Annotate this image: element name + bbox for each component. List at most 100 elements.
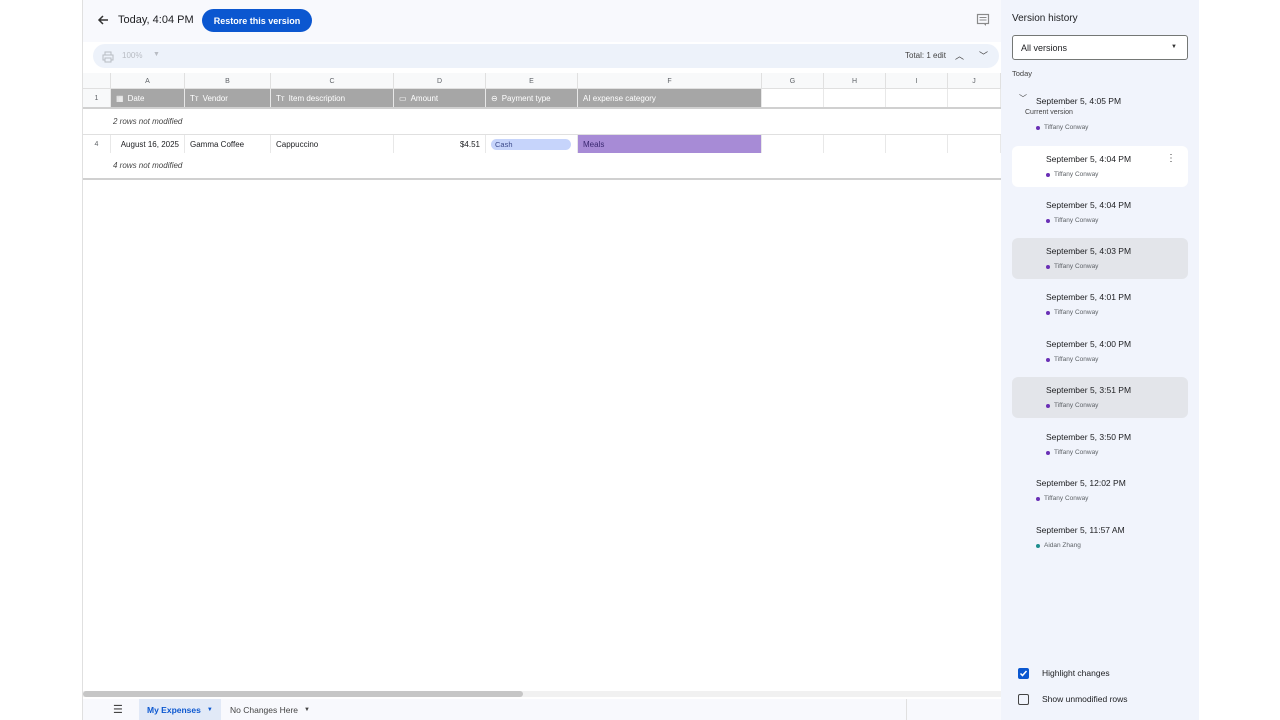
row-number[interactable]: 4 xyxy=(83,135,111,153)
dropdown-type-icon: ⊖ xyxy=(491,93,498,103)
version-history-panel: Version history All versions ▼ Today ﹀ S… xyxy=(1001,0,1199,720)
cell[interactable] xyxy=(824,135,886,153)
comment-icon[interactable] xyxy=(976,13,990,27)
version-author: Tiffany Conway xyxy=(1044,495,1089,502)
corner-cell[interactable] xyxy=(83,73,111,89)
version-filter-select[interactable]: All versions ▼ xyxy=(1012,35,1188,60)
cell-category[interactable]: Meals xyxy=(578,135,762,153)
payment-chip[interactable]: Cash xyxy=(491,138,571,150)
version-item-selected[interactable]: September 5, 4:04 PM Tiffany Conway ⋮ xyxy=(1012,146,1188,187)
column-header[interactable]: A xyxy=(111,73,185,89)
version-author: Tiffany Conway xyxy=(1054,356,1099,363)
version-time: September 5, 4:03 PM xyxy=(1046,246,1132,256)
toolbar: 100% ▼ Total: 1 edit ︿ ﹀ xyxy=(93,44,999,68)
cell-amount[interactable]: $4.51 xyxy=(394,135,486,153)
calendar-icon: ▦ xyxy=(116,93,124,103)
zoom-caret-icon[interactable]: ▼ xyxy=(153,51,160,58)
cell[interactable] xyxy=(886,135,948,153)
cell-payment[interactable]: Cash xyxy=(486,135,578,153)
divider xyxy=(83,107,1001,109)
text-type-icon: Tт xyxy=(190,93,199,103)
highlight-changes-toggle[interactable]: Highlight changes xyxy=(1018,666,1110,680)
print-icon[interactable] xyxy=(102,50,114,63)
horizontal-scrollbar[interactable] xyxy=(83,691,1001,697)
currency-icon: ▭ xyxy=(399,93,407,103)
row-number[interactable]: 1 xyxy=(83,89,111,107)
caret-down-icon[interactable]: ▼ xyxy=(207,707,213,713)
cell-vendor[interactable]: Gamma Coffee xyxy=(185,135,271,153)
cell[interactable] xyxy=(886,89,948,107)
back-arrow-icon[interactable] xyxy=(93,10,113,30)
author-color-dot xyxy=(1046,173,1050,177)
column-header[interactable]: E xyxy=(486,73,578,89)
more-options-icon[interactable]: ⋮ xyxy=(1166,153,1176,164)
version-time: September 5, 4:04 PM xyxy=(1046,200,1132,210)
author-color-dot xyxy=(1046,311,1050,315)
version-item[interactable]: September 5, 4:00 PM Tiffany Conway xyxy=(1012,331,1188,372)
version-author: Tiffany Conway xyxy=(1054,217,1099,224)
sheet-tab-my-expenses[interactable]: My Expenses ▼ xyxy=(139,699,221,720)
version-time: September 5, 4:00 PM xyxy=(1046,339,1132,349)
header-cell-amount[interactable]: ▭ Amount xyxy=(394,89,486,107)
author-color-dot xyxy=(1046,265,1050,269)
all-sheets-menu-icon[interactable]: ☰ xyxy=(113,703,123,716)
cell[interactable] xyxy=(948,89,1001,107)
version-item[interactable]: September 5, 4:03 PM Tiffany Conway xyxy=(1012,238,1188,279)
version-time: September 5, 3:51 PM xyxy=(1046,385,1132,395)
header-cell-date[interactable]: ▦ Date xyxy=(111,89,185,107)
column-headers: A B C D E F G H I J xyxy=(83,73,1001,89)
column-header[interactable]: D xyxy=(394,73,486,89)
version-header: Today, 4:04 PM Restore this version xyxy=(83,0,1001,42)
zoom-level[interactable]: 100% xyxy=(122,51,142,60)
cell[interactable] xyxy=(762,89,824,107)
version-item[interactable]: September 5, 3:50 PM Tiffany Conway xyxy=(1012,424,1188,465)
app-window: Today, 4:04 PM Restore this version 100%… xyxy=(82,0,1199,720)
version-time: September 5, 11:57 AM xyxy=(1036,525,1125,535)
version-author: Tiffany Conway xyxy=(1054,171,1099,178)
version-author: Tiffany Conway xyxy=(1054,309,1099,316)
version-author: Tiffany Conway xyxy=(1054,402,1099,409)
column-header[interactable]: F xyxy=(578,73,762,89)
author-color-dot xyxy=(1046,404,1050,408)
column-header[interactable]: H xyxy=(824,73,886,89)
column-header[interactable]: B xyxy=(185,73,271,89)
cell[interactable] xyxy=(824,89,886,107)
header-cell-vendor[interactable]: Tт Vendor xyxy=(185,89,271,107)
version-item[interactable]: September 5, 4:04 PM Tiffany Conway xyxy=(1012,192,1188,233)
scrollbar-thumb[interactable] xyxy=(83,691,523,697)
sheet-tab-no-changes[interactable]: No Changes Here ▼ xyxy=(222,699,318,720)
column-header[interactable]: G xyxy=(762,73,824,89)
header-cell-item[interactable]: Tт Item description xyxy=(271,89,394,107)
collapse-icon[interactable]: ﹀ xyxy=(1019,93,1027,104)
restore-version-button[interactable]: Restore this version xyxy=(202,9,312,32)
sheet-tab-label: My Expenses xyxy=(147,704,201,715)
checkbox-unchecked[interactable] xyxy=(1018,693,1029,705)
version-item[interactable]: September 5, 11:57 AM Aidan Zhang xyxy=(1012,517,1188,558)
version-author: Aidan Zhang xyxy=(1044,542,1081,549)
version-item[interactable]: September 5, 3:51 PM Tiffany Conway xyxy=(1012,377,1188,418)
header-cell-payment[interactable]: ⊖ Payment type xyxy=(486,89,578,107)
divider xyxy=(83,178,1001,180)
table-header-row: 1 ▦ Date Tт Vendor Tт Item description ▭ Amo… xyxy=(83,89,1001,107)
version-time: September 5, 4:04 PM xyxy=(1046,154,1132,164)
caret-down-icon[interactable]: ▼ xyxy=(304,707,310,713)
cell[interactable] xyxy=(948,135,1001,153)
cell-date[interactable]: August 16, 2025 xyxy=(111,135,185,153)
header-cell-category[interactable]: AI expense category xyxy=(578,89,762,107)
column-header[interactable]: J xyxy=(948,73,1001,89)
column-header[interactable]: I xyxy=(886,73,948,89)
current-version-label: Current version xyxy=(1025,109,1073,116)
header-label: Date xyxy=(127,93,145,103)
column-header[interactable]: C xyxy=(271,73,394,89)
caret-down-icon: ▼ xyxy=(1171,44,1177,50)
cell-item[interactable]: Cappuccino xyxy=(271,135,394,153)
version-item[interactable]: September 5, 4:01 PM Tiffany Conway xyxy=(1012,284,1188,325)
previous-edit-icon[interactable]: ︿ xyxy=(955,49,964,62)
show-unmodified-toggle[interactable]: Show unmodified rows xyxy=(1018,692,1128,706)
cell[interactable] xyxy=(762,135,824,153)
checkbox-checked[interactable] xyxy=(1018,667,1029,679)
version-item[interactable]: September 5, 12:02 PM Tiffany Conway xyxy=(1012,470,1188,511)
author-color-dot xyxy=(1046,358,1050,362)
next-edit-icon[interactable]: ﹀ xyxy=(979,49,988,62)
header-label: Item description xyxy=(288,93,346,103)
